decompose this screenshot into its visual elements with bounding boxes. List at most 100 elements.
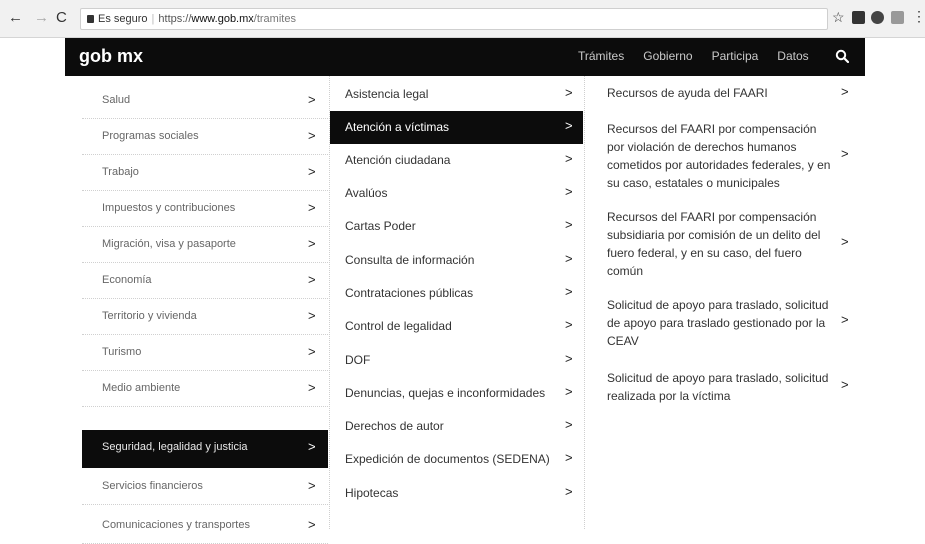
subcategory-item[interactable]: Control de legalidad > — [330, 310, 583, 343]
subcategory-item[interactable]: Derechos de autor > — [330, 410, 583, 443]
url-separator: | — [151, 13, 155, 25]
category-label: Servicios financieros — [102, 480, 203, 492]
browser-toolbar: ← → C Es seguro | https://www.gob.mx/trami… — [0, 0, 925, 38]
nav-participa[interactable]: Participa — [712, 49, 759, 63]
chevron-right-icon: > — [841, 146, 849, 161]
category-item[interactable]: Turismo > — [82, 335, 328, 371]
extension-icon[interactable] — [891, 11, 904, 24]
chevron-right-icon: > — [565, 284, 573, 299]
chevron-right-icon: > — [308, 517, 316, 532]
subcategory-item[interactable]: Cartas Poder > — [330, 210, 583, 243]
back-button[interactable]: ← — [8, 8, 23, 28]
subcategory-item[interactable]: Contrataciones públicas > — [330, 277, 583, 310]
subcategory-item[interactable]: Atención a víctimas > — [330, 111, 583, 144]
category-item[interactable]: Seguridad, legalidad y justicia > — [82, 430, 328, 468]
chevron-right-icon: > — [841, 377, 849, 392]
reload-button[interactable]: C — [56, 8, 67, 28]
procedure-link[interactable]: Recursos del FAARI por compensación por … — [607, 120, 857, 192]
top-nav: Trámites Gobierno Participa Datos — [578, 49, 828, 63]
chevron-right-icon: > — [565, 484, 573, 499]
nav-datos[interactable]: Datos — [777, 49, 808, 63]
procedure-label: Recursos de ayuda del FAARI — [607, 86, 768, 100]
chevron-right-icon: > — [565, 85, 573, 100]
secure-label: Es seguro — [98, 13, 148, 25]
category-label: Medio ambiente — [102, 382, 181, 394]
subcategory-label: Hipotecas — [345, 486, 399, 500]
chevron-right-icon: > — [308, 344, 316, 359]
procedure-link[interactable]: Recursos de ayuda del FAARI > — [607, 84, 857, 102]
category-label: Turismo — [102, 346, 142, 358]
category-label: Economía — [102, 274, 152, 286]
subcategory-label: Atención a víctimas — [345, 120, 450, 134]
extension-icon[interactable] — [871, 11, 884, 24]
subcategory-item[interactable]: Avalúos > — [330, 177, 583, 210]
subcategory-label: Cartas Poder — [345, 219, 416, 233]
browser-menu-icon[interactable]: ⋮ — [912, 8, 925, 25]
search-icon[interactable] — [835, 49, 849, 63]
chevron-right-icon: > — [308, 128, 316, 143]
category-item[interactable]: Migración, visa y pasaporte > — [82, 227, 328, 263]
chevron-right-icon: > — [308, 308, 316, 323]
category-item[interactable]: Impuestos y contribuciones > — [82, 191, 328, 227]
subcategory-item[interactable]: Consulta de información > — [330, 244, 583, 277]
site-header: gob mx Trámites Gobierno Participa Datos — [65, 38, 865, 76]
procedure-link[interactable]: Recursos del FAARI por compensación subs… — [607, 208, 857, 280]
category-label: Impuestos y contribuciones — [102, 202, 236, 214]
subcategory-label: Expedición de documentos (SEDENA) — [345, 452, 550, 466]
chevron-right-icon: > — [308, 478, 316, 493]
chevron-right-icon: > — [308, 272, 316, 287]
chevron-right-icon: > — [565, 417, 573, 432]
chevron-right-icon: > — [308, 380, 316, 395]
address-bar[interactable]: Es seguro | https://www.gob.mx/tramites — [80, 8, 828, 30]
subcategory-item[interactable]: Denuncias, quejas e inconformidades > — [330, 377, 583, 410]
bookmark-star-icon[interactable]: ☆ — [832, 9, 845, 26]
chevron-right-icon: > — [841, 312, 849, 327]
subcategory-item[interactable]: Atención ciudadana > — [330, 144, 583, 177]
chevron-right-icon: > — [565, 317, 573, 332]
nav-gobierno[interactable]: Gobierno — [643, 49, 692, 63]
category-item[interactable]: Servicios financieros > — [82, 469, 328, 505]
procedure-link[interactable]: Solicitud de apoyo para traslado, solici… — [607, 369, 857, 405]
forward-button[interactable]: → — [34, 8, 49, 28]
nav-tramites[interactable]: Trámites — [578, 49, 624, 63]
subcategory-label: Denuncias, quejas e inconformidades — [345, 386, 546, 400]
category-item[interactable]: Comunicaciones y transportes > — [82, 508, 328, 544]
brand-logo[interactable]: gob mx — [79, 46, 143, 67]
subcategory-item[interactable]: DOF > — [330, 344, 583, 377]
subcategory-label: Control de legalidad — [345, 319, 452, 333]
chevron-right-icon: > — [308, 92, 316, 107]
subcategory-list: Asistencia legal > Atención a víctimas > Ate… — [329, 76, 583, 529]
category-item[interactable]: Medio ambiente > — [82, 371, 328, 407]
chevron-right-icon: > — [565, 217, 573, 232]
category-item[interactable]: Programas sociales > — [82, 119, 328, 155]
chevron-right-icon: > — [565, 118, 573, 133]
category-label: Programas sociales — [102, 130, 199, 142]
subcategory-item[interactable]: Expedición de documentos (SEDENA) > — [330, 443, 583, 476]
category-item[interactable]: Territorio y vivienda > — [82, 299, 328, 335]
category-label: Territorio y vivienda — [102, 310, 197, 322]
url-protocol: https:// — [158, 13, 192, 25]
chevron-right-icon: > — [565, 151, 573, 166]
subcategory-label: Avalúos — [345, 186, 388, 200]
subcategory-label: Consulta de información — [345, 253, 475, 267]
chevron-right-icon: > — [565, 251, 573, 266]
url-path: /tramites — [253, 13, 296, 25]
procedure-label: Recursos del FAARI por compensación subs… — [607, 210, 821, 278]
subcategory-item[interactable]: Asistencia legal > — [330, 78, 583, 111]
category-label: Salud — [102, 94, 131, 106]
subcategory-label: Asistencia legal — [345, 87, 429, 101]
category-item[interactable]: Salud > — [82, 83, 328, 119]
chevron-right-icon: > — [308, 236, 316, 251]
subcategory-item[interactable]: Hipotecas > — [330, 477, 583, 510]
subcategory-label: Atención ciudadana — [345, 153, 451, 167]
subcategory-label: Derechos de autor — [345, 419, 444, 433]
lock-icon — [87, 15, 94, 23]
url-host: www.gob.mx — [191, 13, 254, 25]
procedure-label: Recursos del FAARI por compensación por … — [607, 122, 831, 190]
category-item[interactable]: Trabajo > — [82, 155, 328, 191]
chevron-right-icon: > — [565, 384, 573, 399]
procedure-link[interactable]: Solicitud de apoyo para traslado, solici… — [607, 296, 857, 350]
category-label: Migración, visa y pasaporte — [102, 238, 236, 250]
category-item[interactable]: Economía > — [82, 263, 328, 299]
extension-icon[interactable] — [852, 11, 865, 24]
